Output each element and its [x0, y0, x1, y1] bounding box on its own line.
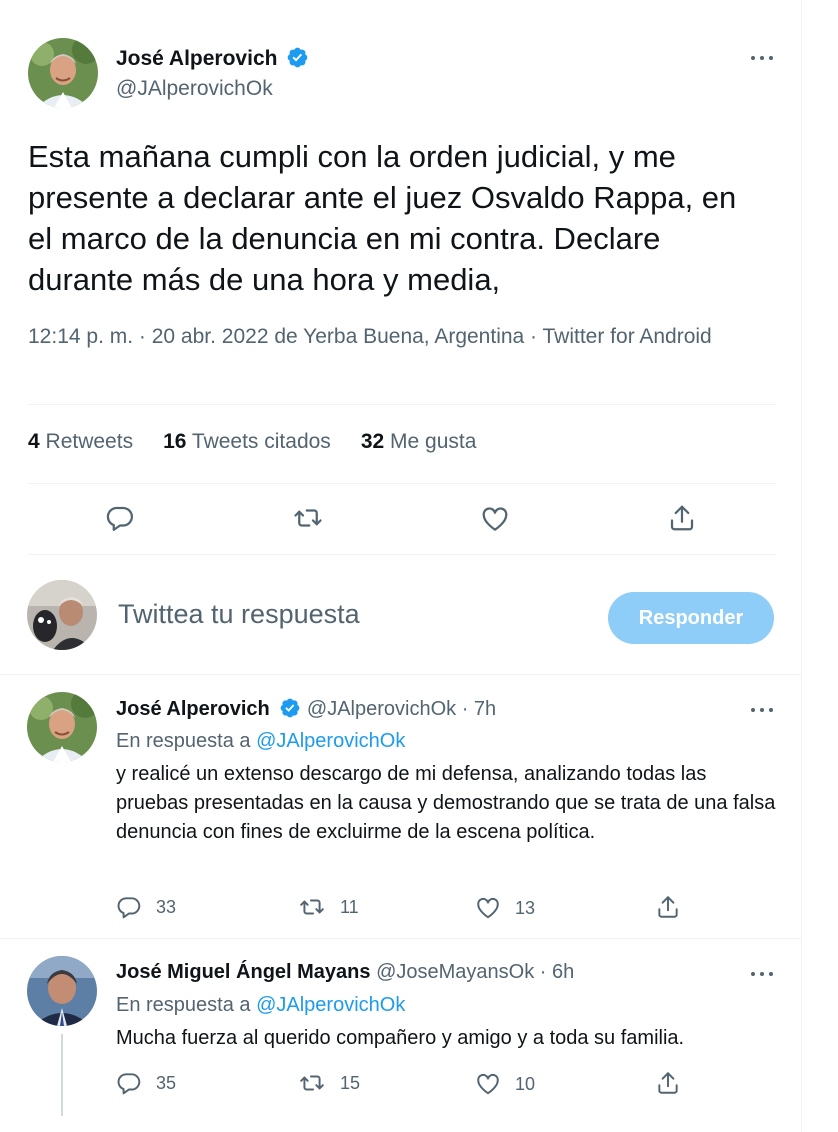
retweet-action[interactable]: 11 [298, 894, 359, 920]
tweet-text: Esta mañana cumpli con la orden judicial… [28, 139, 737, 297]
author-name[interactable]: José Alperovich [116, 47, 277, 70]
reply-time[interactable]: · 6h [540, 961, 574, 983]
author-name-row: José Alperovich [116, 46, 309, 71]
reply-header: José Alperovich @JAlperovichOk · 7h [116, 697, 496, 721]
current-user-avatar[interactable] [27, 580, 97, 650]
divider [0, 938, 802, 939]
like-icon [477, 1073, 499, 1095]
like-icon [477, 897, 499, 919]
reply-button[interactable]: Responder [608, 592, 774, 644]
tweet-stats: 4 Retweets 16 Tweets citados 32 Me gusta [28, 430, 476, 454]
divider [28, 404, 776, 405]
more-options-icon[interactable] [747, 48, 777, 68]
reply-context: En respuesta a @JAlperovichOk [116, 730, 406, 752]
reply-action[interactable]: 35 [116, 1070, 176, 1096]
like-count: 10 [515, 1073, 536, 1094]
reply-header: José Miguel Ángel Mayans @JoseMayansOk ·… [116, 961, 574, 984]
verified-badge-icon [280, 698, 300, 718]
retweets-stat[interactable]: 4 Retweets [28, 430, 133, 454]
reply-author-name[interactable]: José Alperovich [116, 698, 270, 720]
share-icon[interactable] [655, 894, 681, 920]
divider [28, 483, 776, 484]
reply-count: 33 [156, 896, 177, 917]
tweet-column: José Alperovich @JAlperovichOk Esta maña… [0, 0, 802, 1132]
retweet-icon [300, 1075, 324, 1091]
quote-tweets-stat[interactable]: 16 Tweets citados [163, 430, 331, 454]
reply-action[interactable]: 33 [116, 894, 176, 920]
retweet-action[interactable]: 15 [298, 1070, 360, 1096]
reply-icon [117, 1073, 141, 1095]
author-avatar[interactable] [28, 38, 98, 108]
thread-line [61, 1034, 63, 1116]
reply-to-mention[interactable]: @JAlperovichOk [256, 994, 405, 1016]
tweet-meta[interactable]: 12:14 p. m. · 20 abr. 2022 de Yerba Buen… [28, 322, 728, 352]
reply-icon [117, 897, 141, 919]
divider [0, 674, 802, 675]
retweet-count: 11 [340, 896, 359, 917]
reply-author-name[interactable]: José Miguel Ángel Mayans [116, 961, 371, 983]
like-count: 13 [515, 897, 536, 918]
like-icon[interactable] [480, 504, 510, 534]
reply-author-handle[interactable]: @JAlperovichOk [307, 698, 456, 720]
reply-to-mention[interactable]: @JAlperovichOk [256, 730, 405, 752]
reply-text: y realicé un extenso descargo de mi defe… [116, 763, 776, 843]
reply-count: 35 [156, 1072, 177, 1093]
reply-author-handle[interactable]: @JoseMayansOk [376, 961, 534, 983]
retweet-icon [300, 899, 324, 915]
verified-badge-icon [287, 47, 308, 68]
retweet-count: 15 [340, 1072, 361, 1093]
likes-stat[interactable]: 32 Me gusta [361, 430, 477, 454]
share-icon[interactable] [655, 1070, 681, 1096]
share-icon[interactable] [667, 503, 697, 533]
reply-author-avatar[interactable] [27, 692, 97, 762]
reply-composer-input[interactable]: Twittea tu respuesta [118, 599, 360, 630]
divider [28, 554, 776, 555]
reply-text: Mucha fuerza al querido compañero y amig… [116, 1027, 685, 1049]
author-handle[interactable]: @JAlperovichOk [116, 77, 273, 101]
reply-icon[interactable] [105, 503, 135, 533]
retweet-icon[interactable] [292, 503, 324, 533]
like-action[interactable]: 13 [475, 895, 535, 921]
like-action[interactable]: 10 [475, 1071, 535, 1097]
more-options-icon[interactable] [747, 700, 777, 720]
reply-context: En respuesta a @JAlperovichOk [116, 994, 406, 1016]
reply-time[interactable]: · 7h [462, 698, 496, 720]
more-options-icon[interactable] [747, 964, 777, 984]
reply-author-avatar[interactable] [27, 956, 97, 1026]
